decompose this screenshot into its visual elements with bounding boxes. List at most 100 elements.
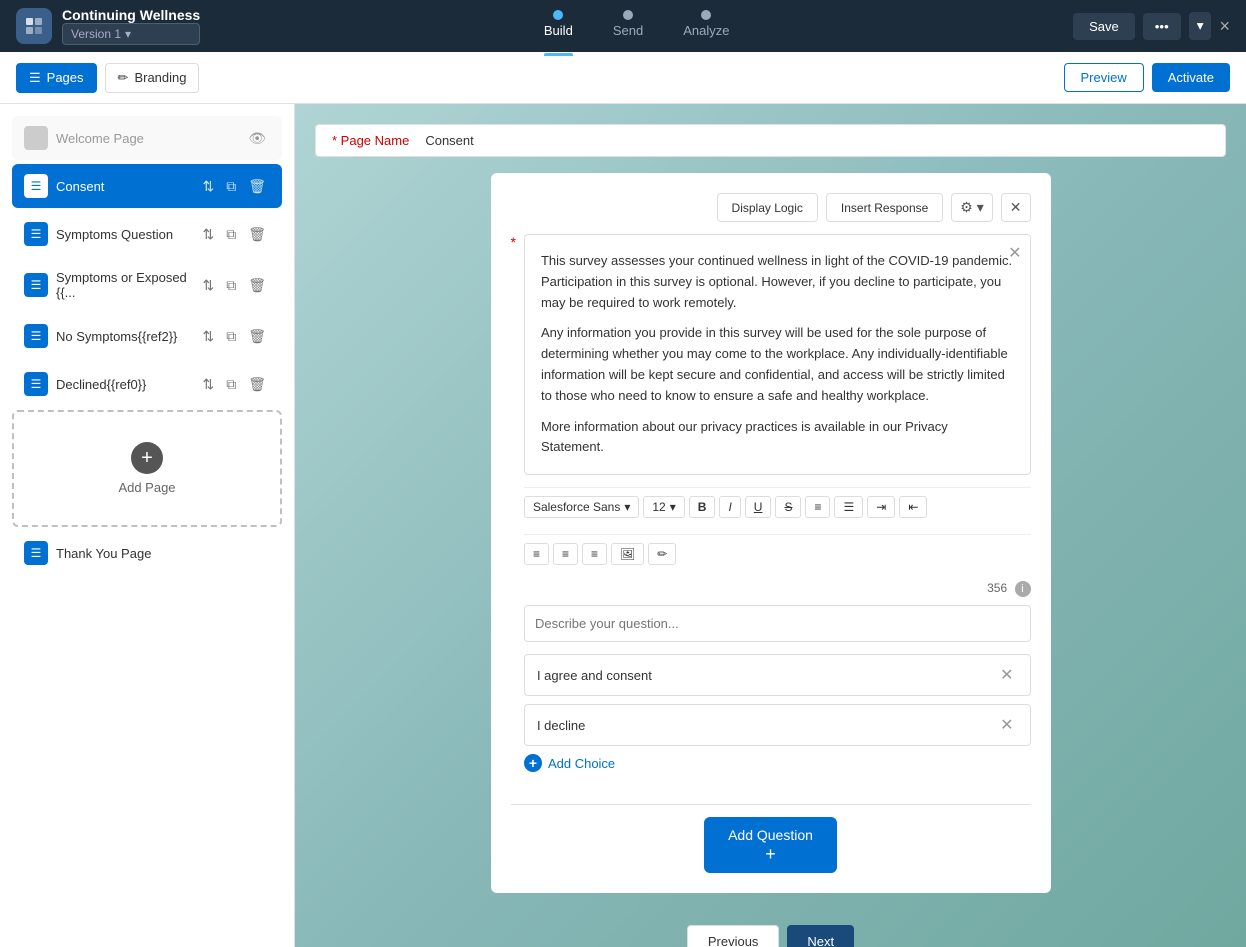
settings-button[interactable]: ⚙ ▾	[951, 193, 992, 222]
declined-copy-button[interactable]: ⧉	[222, 374, 240, 395]
previous-button[interactable]: Previous	[687, 925, 780, 947]
align-button[interactable]: ≡	[805, 496, 830, 518]
question-card: Display Logic Insert Response ⚙ ▾ ✕ * ✕ …	[491, 173, 1051, 893]
font-size-selector[interactable]: 12 ▾	[643, 496, 684, 518]
welcome-eye-button[interactable]: 👁	[244, 128, 270, 149]
choice-agree-remove[interactable]: ✕	[996, 665, 1017, 685]
char-count: 356 i	[524, 581, 1031, 597]
add-choice-button[interactable]: + Add Choice	[524, 754, 1031, 772]
top-navigation: Continuing Wellness Version 1 ▾ Build Se…	[0, 0, 1246, 52]
exposed-actions: ⇅ ⧉ 🗑	[198, 275, 270, 296]
exposed-move-button[interactable]: ⇅	[198, 275, 218, 296]
welcome-page-icon: ☰	[24, 126, 48, 150]
pages-button[interactable]: ☰ Pages	[16, 63, 97, 93]
tab-analyze[interactable]: Analyze	[683, 10, 729, 42]
nosymptoms-delete-button[interactable]: 🗑	[244, 326, 270, 347]
question-toolbar: Display Logic Insert Response ⚙ ▾ ✕	[511, 193, 1031, 222]
font-size-chevron: ▾	[670, 500, 676, 514]
choice-decline-text: I decline	[537, 718, 996, 733]
align-left-button[interactable]: ≡	[524, 543, 549, 565]
more-options-button[interactable]: •••	[1143, 13, 1181, 40]
add-page-label: Add Page	[118, 480, 175, 495]
pages-icon: ☰	[29, 70, 41, 86]
version-selector[interactable]: Version 1 ▾	[62, 23, 200, 45]
sidebar-item-exposed[interactable]: ☰ Symptoms or Exposed {{... ⇅ ⧉ 🗑	[12, 260, 282, 310]
page-navigation: Previous Next	[315, 925, 1226, 947]
sidebar-item-declined[interactable]: ☰ Declined{{ref0}} ⇅ ⧉ 🗑	[12, 362, 282, 406]
toolbar-right: Preview Activate	[1064, 63, 1231, 92]
consent-label: Consent	[56, 179, 198, 194]
declined-move-button[interactable]: ⇅	[198, 374, 218, 395]
nosymptoms-icon: ☰	[24, 324, 48, 348]
preview-button[interactable]: Preview	[1064, 63, 1144, 92]
sidebar-item-welcome[interactable]: ☰ Welcome Page 👁	[12, 116, 282, 160]
page-name-label: * Page Name	[332, 133, 409, 148]
nosymptoms-move-button[interactable]: ⇅	[198, 326, 218, 347]
image-button[interactable]: 🖼	[611, 543, 644, 565]
choice-agree: I agree and consent ✕	[524, 654, 1031, 696]
sidebar-item-consent[interactable]: ☰ Consent ⇅ ⧉ 🗑	[12, 164, 282, 208]
choice-decline-remove[interactable]: ✕	[996, 715, 1017, 735]
tab-send[interactable]: Send	[613, 10, 643, 42]
thankyou-label: Thank You Page	[56, 546, 270, 561]
app-title: Continuing Wellness	[62, 7, 200, 23]
close-button[interactable]: ×	[1219, 16, 1230, 37]
symptoms-label: Symptoms Question	[56, 227, 198, 242]
question-description-input[interactable]	[524, 605, 1031, 642]
branding-button[interactable]: ✏ Branding	[105, 63, 200, 93]
underline-button[interactable]: U	[745, 496, 772, 518]
dropdown-button[interactable]: ▾	[1189, 12, 1212, 40]
consent-copy-button[interactable]: ⧉	[222, 176, 240, 197]
bold-button[interactable]: B	[689, 496, 716, 518]
char-count-info[interactable]: i	[1015, 581, 1031, 597]
question-editor: ✕ This survey assesses your continued we…	[524, 234, 1031, 792]
declined-label: Declined{{ref0}}	[56, 377, 198, 392]
activate-button[interactable]: Activate	[1152, 63, 1230, 92]
tab-build[interactable]: Build	[544, 10, 573, 42]
align-center-button[interactable]: ≡	[553, 543, 578, 565]
pages-label: Pages	[47, 70, 84, 85]
content-area: * Page Name Display Logic Insert Respons…	[295, 104, 1246, 947]
outdent-button[interactable]: ⇤	[899, 496, 927, 518]
consent-delete-button[interactable]: 🗑	[244, 176, 270, 197]
version-label: Version 1	[71, 27, 121, 41]
save-button[interactable]: Save	[1073, 13, 1135, 40]
next-button[interactable]: Next	[787, 925, 854, 947]
add-question-button[interactable]: Add Question +	[704, 817, 837, 873]
align-right-button[interactable]: ≡	[582, 543, 607, 565]
nosymptoms-copy-button[interactable]: ⧉	[222, 326, 240, 347]
symptoms-move-button[interactable]: ⇅	[198, 224, 218, 245]
font-family-selector[interactable]: Salesforce Sans ▾	[524, 496, 639, 518]
branding-icon: ✏	[118, 70, 129, 86]
display-logic-button[interactable]: Display Logic	[717, 193, 818, 222]
indent-button[interactable]: ⇥	[867, 496, 895, 518]
page-name-input[interactable]	[425, 133, 1209, 148]
sidebar-item-nosymptoms[interactable]: ☰ No Symptoms{{ref2}} ⇅ ⧉ 🗑	[12, 314, 282, 358]
insert-response-button[interactable]: Insert Response	[826, 193, 943, 222]
char-count-value: 356	[987, 581, 1007, 595]
strikethrough-button[interactable]: S	[775, 496, 801, 518]
add-page-area[interactable]: + Add Page	[12, 410, 282, 527]
declined-delete-button[interactable]: 🗑	[244, 374, 270, 395]
build-dot	[553, 10, 563, 20]
consent-move-button[interactable]: ⇅	[198, 176, 218, 197]
exposed-copy-button[interactable]: ⧉	[222, 275, 240, 296]
sidebar-item-thankyou[interactable]: ☰ Thank You Page	[12, 531, 282, 575]
consent-actions: ⇅ ⧉ 🗑	[198, 176, 270, 197]
symptoms-delete-button[interactable]: 🗑	[244, 224, 270, 245]
welcome-page-label: Welcome Page	[56, 131, 244, 146]
question-body[interactable]: ✕ This survey assesses your continued we…	[524, 234, 1031, 475]
symptoms-copy-button[interactable]: ⧉	[222, 224, 240, 245]
clear-format-button[interactable]: ✏	[648, 543, 676, 565]
list-button[interactable]: ☰	[834, 496, 863, 518]
exposed-delete-button[interactable]: 🗑	[244, 275, 270, 296]
delete-question-button[interactable]: ✕	[1001, 193, 1031, 222]
italic-button[interactable]: I	[719, 496, 740, 518]
exposed-label: Symptoms or Exposed {{...	[56, 270, 198, 300]
sidebar-item-symptoms[interactable]: ☰ Symptoms Question ⇅ ⧉ 🗑	[12, 212, 282, 256]
close-body-button[interactable]: ✕	[1008, 241, 1021, 267]
declined-icon: ☰	[24, 372, 48, 396]
page-name-bar: * Page Name	[315, 124, 1226, 157]
font-family-chevron: ▾	[624, 500, 630, 514]
choice-agree-text: I agree and consent	[537, 668, 996, 683]
